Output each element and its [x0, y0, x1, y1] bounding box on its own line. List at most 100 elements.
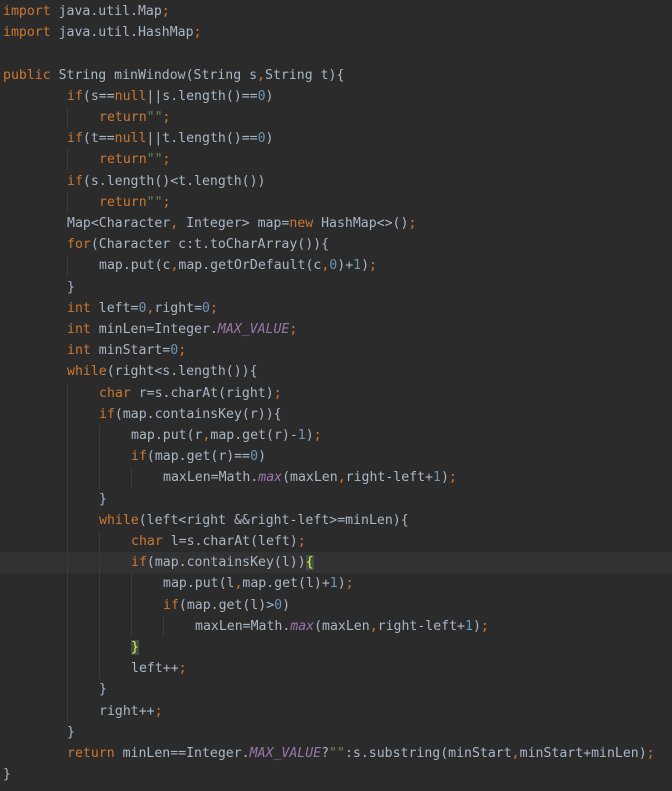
code-token: right= — [154, 300, 203, 316]
code-line[interactable]: while(right<s.length()){ — [0, 361, 672, 382]
code-token: , — [511, 746, 520, 761]
indent-guide — [131, 467, 132, 489]
code-token: ; — [289, 322, 298, 337]
code-token: left++ — [131, 661, 179, 677]
code-token: 1 — [464, 618, 473, 634]
code-line[interactable]: char l=s.charAt(left); — [0, 531, 672, 553]
code-token: :s.substring(minStart — [344, 746, 512, 761]
code-line[interactable]: int minStart=0; — [0, 340, 672, 361]
code-line[interactable]: map.put(r,map.get(r)-1); — [0, 425, 672, 447]
code-line[interactable]: } — [0, 722, 672, 743]
code-token: ; — [161, 4, 170, 19]
indent-guide — [67, 425, 68, 447]
code-line[interactable]: char r=s.charAt(right); — [0, 382, 672, 404]
code-token: return — [99, 152, 147, 168]
code-token: ) — [472, 618, 481, 634]
code-line[interactable]: } — [0, 679, 672, 701]
code-token: ? — [321, 746, 330, 761]
code-text: char r=s.charAt(right); — [99, 383, 282, 404]
code-line[interactable]: return minLen==Integer.MAX_VALUE?"":s.su… — [0, 743, 672, 764]
code-token: (map.containsKey(l)) — [146, 555, 306, 571]
code-line[interactable]: for(Character c:t.toCharArray()){ — [0, 234, 672, 255]
code-token: "" — [146, 194, 163, 210]
code-line[interactable]: while(left<right &&right-left>=minLen){ — [0, 509, 672, 531]
code-token: "" — [146, 110, 163, 125]
code-line[interactable]: Map<Character, Integer> map=new HashMap<… — [0, 213, 672, 234]
code-line[interactable]: if(t==null||t.length()==0) — [0, 128, 672, 149]
code-editor[interactable]: import java.util.Map; import java.util.Ha… — [0, 0, 672, 791]
code-text: map.put(r,map.get(r)-1); — [131, 425, 322, 446]
indent-guide — [99, 531, 100, 553]
indent-guide — [99, 573, 100, 595]
indent-guide — [163, 615, 164, 637]
code-token: Integer> map= — [178, 216, 290, 231]
code-line[interactable]: if(map.containsKey(r)){ — [0, 403, 672, 425]
code-token: "" — [146, 152, 163, 168]
code-token: 0 — [202, 300, 210, 316]
code-token: return — [67, 746, 115, 761]
code-text: } — [67, 722, 75, 743]
code-token: ) — [305, 428, 314, 443]
code-token: ; — [154, 703, 163, 719]
code-token: minLen==Integer. — [114, 746, 250, 761]
code-line[interactable]: map.put(c,map.getOrDefault(c,0)+1); — [0, 255, 672, 277]
code-line[interactable]: } — [0, 277, 672, 298]
indent-guide — [131, 573, 132, 595]
code-line[interactable]: if(map.get(r)==0) — [0, 446, 672, 468]
code-line[interactable]: int left=0,right=0; — [0, 298, 672, 319]
code-line[interactable]: } — [0, 764, 672, 785]
code-line[interactable]: right++; — [0, 700, 672, 722]
code-line[interactable]: if(map.get(l)>0) — [0, 594, 672, 616]
code-token: import — [3, 4, 51, 19]
code-line[interactable]: return""; — [0, 107, 672, 129]
code-text: int left=0,right=0; — [67, 298, 218, 319]
code-token: if — [163, 597, 179, 613]
code-text: while(right<s.length()){ — [67, 361, 258, 382]
code-token: return — [99, 110, 147, 125]
code-line[interactable]: } — [0, 488, 672, 510]
code-token: (Character c:t.toCharArray()){ — [90, 237, 330, 253]
indent-guide — [67, 255, 68, 277]
code-line[interactable]: if(s.length()<t.length()) — [0, 171, 672, 192]
code-line[interactable]: return""; — [0, 191, 672, 213]
code-token: ) — [337, 576, 346, 592]
code-line[interactable]: int minLen=Integer.MAX_VALUE; — [0, 319, 672, 340]
code-token: maxLen=Math. — [195, 618, 291, 634]
code-token: max — [258, 470, 283, 486]
code-line[interactable] — [0, 43, 672, 64]
code-line[interactable]: maxLen=Math.max(maxLen,right-left+1); — [0, 467, 672, 489]
code-line[interactable]: if(s==null||s.length()==0) — [0, 86, 672, 107]
code-line[interactable]: if(map.containsKey(l)){ — [0, 552, 672, 574]
code-token: map.getOrDefault(c — [178, 258, 322, 274]
code-token: int — [67, 300, 91, 316]
code-text: map.put(c,map.getOrDefault(c,0)+1); — [99, 255, 377, 276]
code-token: , — [369, 618, 378, 634]
indent-guide — [67, 382, 68, 404]
code-token: l=s.charAt(left) — [162, 534, 298, 549]
code-token: 0 — [274, 597, 283, 613]
indent-guide — [67, 509, 68, 531]
code-line[interactable]: maxLen=Math.max(maxLen,right-left+1); — [0, 615, 672, 637]
code-text: } — [3, 764, 11, 785]
code-token: max — [290, 618, 315, 634]
code-token: if — [67, 88, 83, 104]
indent-guide — [99, 446, 100, 468]
code-line[interactable]: public String minWindow(String s,String … — [0, 65, 672, 86]
code-text: left++; — [131, 658, 187, 679]
code-line[interactable]: } — [0, 637, 672, 659]
code-token: } — [67, 724, 75, 740]
code-line[interactable]: import java.util.HashMap; — [0, 22, 672, 43]
code-token: map.put(c — [99, 258, 171, 274]
code-token: } — [99, 682, 107, 698]
code-token: HashMap<>() — [313, 216, 409, 231]
indent-guide — [67, 594, 68, 616]
code-line[interactable]: return""; — [0, 149, 672, 171]
code-text: if(t==null||t.length()==0) — [67, 128, 273, 149]
indent-guide — [67, 403, 68, 425]
code-line[interactable]: left++; — [0, 658, 672, 680]
code-token: (left<right &&right-left>=minLen){ — [138, 512, 409, 528]
code-line[interactable]: map.put(l,map.get(l)+1); — [0, 573, 672, 595]
code-token: map.put(r — [131, 428, 203, 443]
code-token: minStart= — [90, 343, 171, 359]
code-line[interactable]: import java.util.Map; — [0, 1, 672, 22]
